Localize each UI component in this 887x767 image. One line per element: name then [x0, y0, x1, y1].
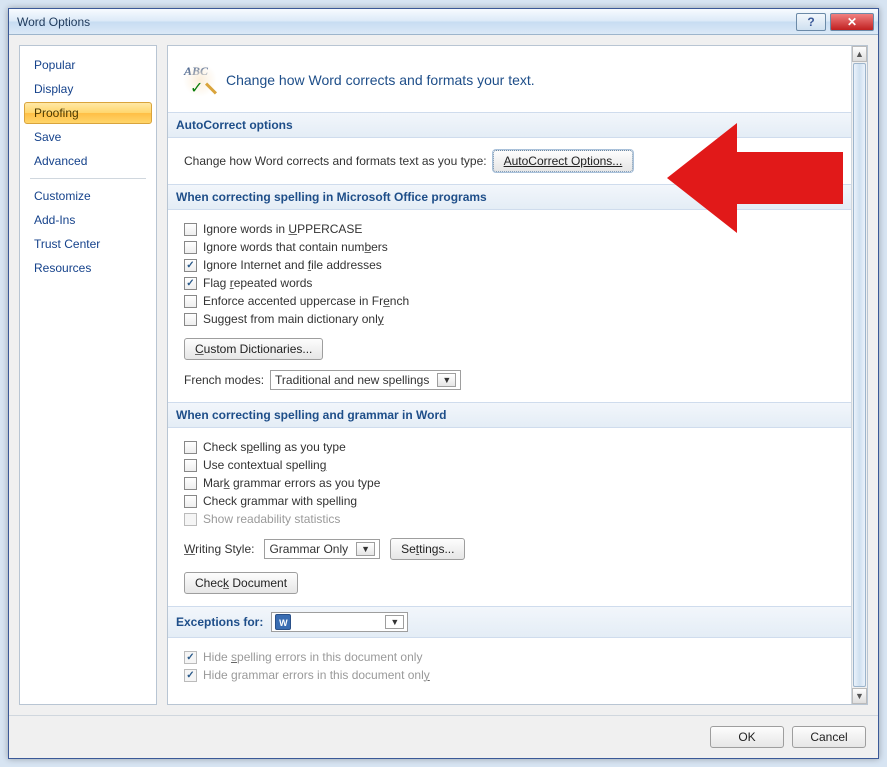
office-check-label-5: Suggest from main dictionary only [203, 312, 384, 326]
word-check-row-2: Mark grammar errors as you type [168, 474, 851, 492]
check-document-button[interactable]: Check Document [184, 572, 298, 594]
writing-style-label: Writing Style: [184, 542, 254, 556]
office-check-label-0: Ignore words in UPPERCASE [203, 222, 362, 236]
sidebar-item-proofing[interactable]: Proofing [24, 102, 152, 124]
section-autocorrect-header: AutoCorrect options [168, 112, 851, 138]
sidebar: PopularDisplayProofingSaveAdvanced Custom… [19, 45, 157, 705]
exception-check-label-1: Hide grammar errors in this document onl… [203, 668, 430, 682]
office-check-checkbox-4[interactable] [184, 295, 197, 308]
autocorrect-desc: Change how Word corrects and formats tex… [184, 154, 487, 168]
sidebar-item-popular[interactable]: Popular [24, 54, 152, 76]
autocorrect-options-button[interactable]: AutoCorrect Options... [493, 150, 634, 172]
french-modes-select[interactable]: Traditional and new spellings ▼ [270, 370, 461, 390]
office-check-label-4: Enforce accented uppercase in French [203, 294, 409, 308]
page-heading: Change how Word corrects and formats you… [226, 72, 535, 88]
office-check-label-3: Flag repeated words [203, 276, 312, 290]
word-options-dialog: Word Options ? ✕ PopularDisplayProofingS… [8, 8, 879, 759]
sidebar-item-trust-center[interactable]: Trust Center [24, 233, 152, 255]
settings-button[interactable]: Settings... [390, 538, 465, 560]
writing-style-select[interactable]: Grammar Only ▼ [264, 539, 380, 559]
custom-dictionaries-button[interactable]: Custom Dictionaries... [184, 338, 323, 360]
scroll-up-icon[interactable]: ▲ [852, 46, 867, 62]
office-check-row-1: Ignore words that contain numbers [168, 238, 851, 256]
ok-button[interactable]: OK [710, 726, 784, 748]
word-check-checkbox-4 [184, 513, 197, 526]
sidebar-item-resources[interactable]: Resources [24, 257, 152, 279]
help-button[interactable]: ? [796, 13, 826, 31]
word-check-label-2: Mark grammar errors as you type [203, 476, 380, 490]
vertical-scrollbar[interactable]: ▲ ▼ [851, 46, 867, 704]
exception-check-row-0: Hide spelling errors in this document on… [168, 648, 851, 666]
proofing-icon: ABC ✓ [184, 64, 216, 96]
office-check-label-1: Ignore words that contain numbers [203, 240, 388, 254]
word-check-checkbox-0[interactable] [184, 441, 197, 454]
office-check-checkbox-0[interactable] [184, 223, 197, 236]
word-check-row-3: Check grammar with spelling [168, 492, 851, 510]
scroll-down-icon[interactable]: ▼ [852, 688, 867, 704]
word-check-label-1: Use contextual spelling [203, 458, 326, 472]
sidebar-item-display[interactable]: Display [24, 78, 152, 100]
section-office-spelling-header: When correcting spelling in Microsoft Of… [168, 184, 851, 210]
chevron-down-icon: ▼ [437, 373, 456, 387]
exception-check-checkbox-0 [184, 651, 197, 664]
office-check-row-0: Ignore words in UPPERCASE [168, 220, 851, 238]
word-check-checkbox-3[interactable] [184, 495, 197, 508]
exception-check-checkbox-1 [184, 669, 197, 682]
main-panel: ABC ✓ Change how Word corrects and forma… [167, 45, 868, 705]
scrollbar-thumb[interactable] [853, 63, 866, 687]
word-check-row-0: Check spelling as you type [168, 438, 851, 456]
office-check-row-4: Enforce accented uppercase in French [168, 292, 851, 310]
word-check-label-4: Show readability statistics [203, 512, 340, 526]
chevron-down-icon[interactable]: ▼ [385, 615, 404, 629]
dialog-buttons: OK Cancel [9, 715, 878, 758]
cancel-button[interactable]: Cancel [792, 726, 866, 748]
window-title: Word Options [13, 15, 792, 29]
section-word-spelling-header: When correcting spelling and grammar in … [168, 402, 851, 428]
office-check-checkbox-3[interactable] [184, 277, 197, 290]
office-check-row-3: Flag repeated words [168, 274, 851, 292]
office-check-checkbox-5[interactable] [184, 313, 197, 326]
exception-check-label-0: Hide spelling errors in this document on… [203, 650, 422, 664]
word-check-row-4: Show readability statistics [168, 510, 851, 528]
sidebar-item-advanced[interactable]: Advanced [24, 150, 152, 172]
word-doc-icon: W [275, 614, 291, 630]
office-check-checkbox-2[interactable] [184, 259, 197, 272]
office-check-checkbox-1[interactable] [184, 241, 197, 254]
sidebar-item-save[interactable]: Save [24, 126, 152, 148]
word-check-checkbox-2[interactable] [184, 477, 197, 490]
close-button[interactable]: ✕ [830, 13, 874, 31]
french-modes-label: French modes: [184, 373, 264, 387]
section-exceptions-header: Exceptions for: W ▼ [168, 606, 851, 638]
office-check-row-5: Suggest from main dictionary only [168, 310, 851, 328]
office-check-label-2: Ignore Internet and file addresses [203, 258, 382, 272]
word-check-checkbox-1[interactable] [184, 459, 197, 472]
titlebar: Word Options ? ✕ [9, 9, 878, 35]
office-check-row-2: Ignore Internet and file addresses [168, 256, 851, 274]
word-check-row-1: Use contextual spelling [168, 456, 851, 474]
exception-check-row-1: Hide grammar errors in this document onl… [168, 666, 851, 684]
chevron-down-icon: ▼ [356, 542, 375, 556]
sidebar-item-customize[interactable]: Customize [24, 185, 152, 207]
word-check-label-3: Check grammar with spelling [203, 494, 357, 508]
word-check-label-0: Check spelling as you type [203, 440, 346, 454]
sidebar-item-add-ins[interactable]: Add-Ins [24, 209, 152, 231]
